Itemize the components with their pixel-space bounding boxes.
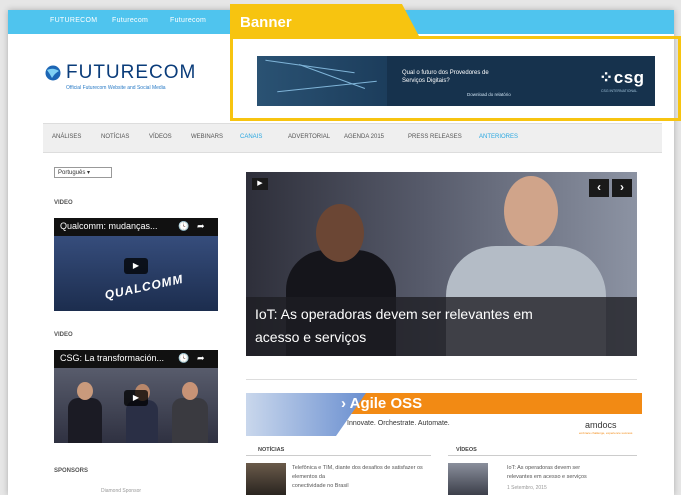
person-head xyxy=(182,382,198,400)
interviewee-right-head xyxy=(504,176,558,246)
logo-tagline: Official Futurecom Website and Social Me… xyxy=(66,85,166,91)
news-section-rule xyxy=(246,455,431,456)
video-section-label-2: VIDEO xyxy=(54,332,73,338)
banner-annotation-label: Banner xyxy=(240,14,292,31)
language-select[interactable]: Português ▾ xyxy=(54,167,112,178)
next-arrow-icon[interactable]: › xyxy=(612,179,632,197)
diamond-sponsor-label: Diamond Sponsor xyxy=(101,488,142,494)
person-figure xyxy=(172,398,208,443)
main-nav: ANÁLISES NOTÍCIAS VÍDEOS WEBINARS CANAIS… xyxy=(43,123,662,153)
nav-item-agenda[interactable]: AGENDA 2015 xyxy=(344,134,384,140)
nav-item-videos[interactable]: VÍDEOS xyxy=(149,134,172,140)
globe-logo-icon xyxy=(45,65,61,81)
sponsors-label: SPONSORS xyxy=(54,468,89,474)
logo-wordmark: FUTURECOM xyxy=(66,62,197,83)
featured-video[interactable]: ▶ ‹ › IoT: As operadoras devem ser relev… xyxy=(246,172,637,356)
news-item-title-line-1: Telefônica e TIM, diante dos desafios de… xyxy=(292,465,423,480)
play-icon[interactable]: ▶ xyxy=(124,258,148,274)
nav-item-noticias[interactable]: NOTÍCIAS xyxy=(101,134,129,140)
share-icon[interactable]: ➦ xyxy=(197,221,205,232)
featured-caption-line-1[interactable]: IoT: As operadoras devem ser relevantes … xyxy=(255,306,533,322)
share-icon[interactable]: ➦ xyxy=(197,353,205,364)
featured-caption-line-2[interactable]: acesso e serviços xyxy=(255,329,366,345)
news-item-title[interactable]: Telefônica e TIM, diante dos desafios de… xyxy=(292,464,427,491)
featured-caption: IoT: As operadoras devem ser relevantes … xyxy=(246,297,637,356)
sidebar-video-qualcomm[interactable]: QUALCOMM Qualcomm: mudanças... 🕓 ➦ ▶ xyxy=(54,218,218,311)
topbar-link-2[interactable]: Futurecom xyxy=(112,17,148,24)
nav-item-analises[interactable]: ANÁLISES xyxy=(52,134,81,140)
play-icon[interactable]: ▶ xyxy=(124,390,148,406)
videos-section-rule xyxy=(448,455,637,456)
banner-annotation-frame xyxy=(230,36,681,121)
person-figure xyxy=(68,398,102,443)
watch-later-icon[interactable]: 🕓 xyxy=(178,221,189,232)
nav-item-advertorial[interactable]: ADVERTORIAL xyxy=(288,134,330,140)
nav-item-canais[interactable]: CANAIS xyxy=(240,134,262,140)
interviewee-left-head xyxy=(316,204,364,262)
video-title: Qualcomm: mudanças... xyxy=(60,221,158,231)
nav-item-webinars[interactable]: WEBINARS xyxy=(191,134,223,140)
nav-item-anteriores[interactable]: ANTERIORES xyxy=(479,134,518,140)
section-divider xyxy=(246,379,637,380)
videos-section-label: VÍDEOS xyxy=(456,447,477,453)
amdocs-tagline: embrace challenge, experience success xyxy=(579,431,633,435)
video-item-title[interactable]: IoT: As operadoras devem ser relevantes … xyxy=(507,464,642,482)
person-head xyxy=(77,382,93,400)
news-item-title-line-2: conectividade no Brasil xyxy=(292,483,349,489)
agile-oss-subtitle: Innovate. Orchestrate. Automate. xyxy=(347,420,450,427)
video-thumbnail-small[interactable] xyxy=(448,463,488,495)
video-play-icon[interactable]: ▶ xyxy=(252,178,268,190)
topbar-link-3[interactable]: Futurecom xyxy=(170,17,206,24)
video-item-title-line-1: IoT: As operadoras devem ser xyxy=(507,465,581,471)
banner-annotation: Banner xyxy=(230,4,681,121)
video-item-title-line-2: relevantes em acesso e serviços xyxy=(507,474,587,480)
video-item-date: 1 Setembro, 2015 xyxy=(507,485,547,491)
news-section-label: NOTÍCIAS xyxy=(258,447,285,453)
video-section-label: VIDEO xyxy=(54,200,73,206)
person-figure xyxy=(126,400,158,443)
agile-oss-title: › Agile OSS xyxy=(341,395,423,412)
prev-arrow-icon[interactable]: ‹ xyxy=(589,179,609,197)
nav-item-press-releases[interactable]: PRESS RELEASES xyxy=(408,134,462,140)
video-title: CSG: La transformación... xyxy=(60,353,165,363)
amdocs-ad-banner[interactable]: › Agile OSS Innovate. Orchestrate. Autom… xyxy=(246,393,642,436)
banner-annotation-line xyxy=(402,36,681,39)
topbar-link-1[interactable]: FUTURECOM xyxy=(50,17,97,24)
news-thumbnail[interactable] xyxy=(246,463,286,495)
watch-later-icon[interactable]: 🕓 xyxy=(178,353,189,364)
sidebar-video-csg[interactable]: CSG: La transformación... 🕓 ➦ ▶ xyxy=(54,350,218,443)
amdocs-logo: amdocs xyxy=(585,420,617,430)
